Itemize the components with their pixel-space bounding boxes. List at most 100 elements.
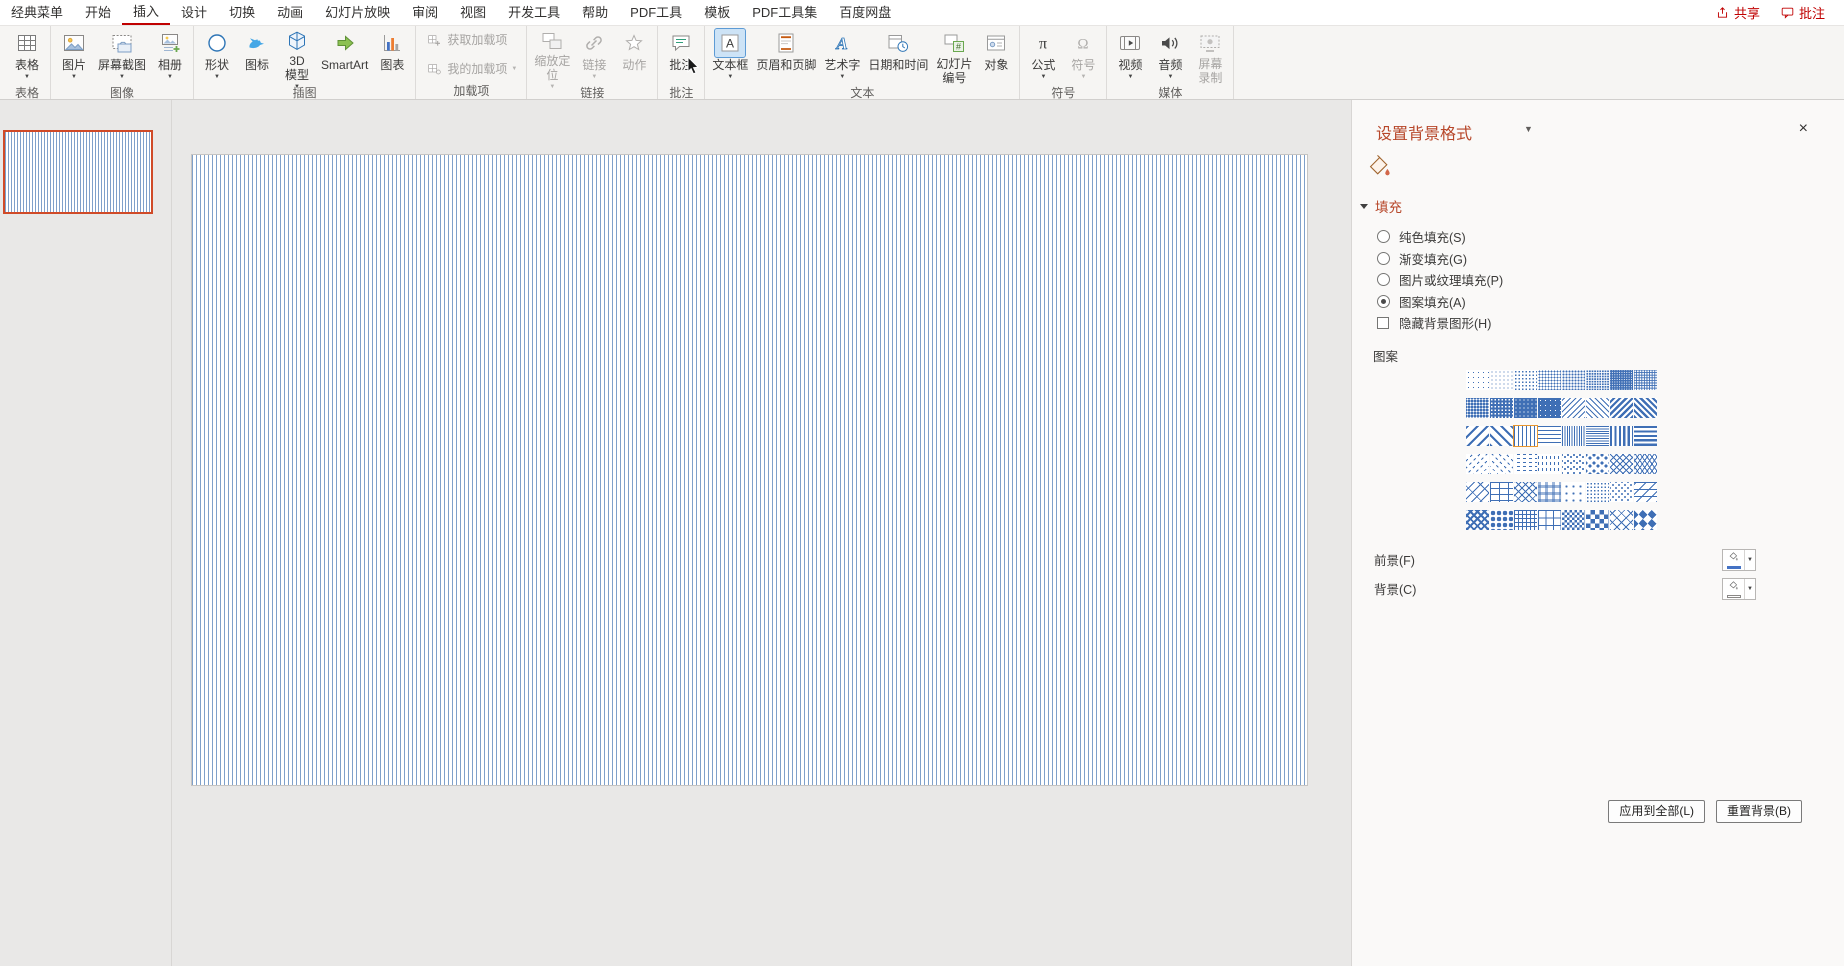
ribbon-button-object[interactable]: 对象 xyxy=(976,27,1016,85)
pattern-swatch-dark-vertical[interactable] xyxy=(1610,426,1633,446)
pattern-swatch-pct-5[interactable] xyxy=(1466,370,1489,390)
menu-tab-pdf-toolset[interactable]: PDF工具集 xyxy=(741,0,828,25)
pattern-swatch-small-grid[interactable] xyxy=(1514,510,1537,530)
pattern-swatch-light-upward-diagonal[interactable] xyxy=(1586,398,1609,418)
menu-tab-template[interactable]: 模板 xyxy=(693,0,741,25)
share-button[interactable]: 共享 xyxy=(1708,2,1767,24)
fill-section-header[interactable]: 填充 xyxy=(1360,196,1844,216)
fill-tab-button[interactable] xyxy=(1364,152,1394,182)
slide-thumbnail-panel[interactable] xyxy=(0,100,172,966)
pattern-swatch-dashed-vertical[interactable] xyxy=(1538,454,1561,474)
pattern-swatch-light-vertical[interactable] xyxy=(1514,426,1537,446)
ribbon-button-header-footer[interactable]: 页眉和页脚 xyxy=(752,27,820,85)
gradient-fill-radio[interactable]: 渐变填充(G) xyxy=(1377,248,1844,270)
pattern-swatch-dark-horizontal[interactable] xyxy=(1634,426,1657,446)
pattern-swatch-diagonal-brick[interactable] xyxy=(1466,482,1489,502)
ribbon-button-comment[interactable]: 批注 xyxy=(661,27,701,85)
menu-tab-design[interactable]: 设计 xyxy=(170,0,218,25)
menu-tab-transitions[interactable]: 切换 xyxy=(218,0,266,25)
pattern-swatch-pct-75[interactable] xyxy=(1490,398,1513,418)
menu-tab-pdf-tools[interactable]: PDF工具 xyxy=(619,0,693,25)
pattern-swatch-pct-90[interactable] xyxy=(1538,398,1561,418)
pattern-swatch-outlined-diamond[interactable] xyxy=(1610,510,1633,530)
ribbon-button-icons[interactable]: 图标 xyxy=(237,27,277,85)
pattern-swatch-divot[interactable] xyxy=(1562,482,1585,502)
ribbon-button-screenshot[interactable]: 屏幕截图▼ xyxy=(94,27,150,85)
menu-tab-developer[interactable]: 开发工具 xyxy=(497,0,571,25)
ribbon-button-3d-model[interactable]: 3D 模型▼ xyxy=(277,27,317,85)
picture-fill-radio[interactable]: 图片或纹理填充(P) xyxy=(1377,269,1844,291)
menu-tab-slide-show[interactable]: 幻灯片放映 xyxy=(314,0,401,25)
ribbon-button-date-time[interactable]: 日期和时间 xyxy=(864,27,932,85)
pattern-swatch-wide-downward-diagonal[interactable] xyxy=(1466,426,1489,446)
apply-all-button[interactable]: 应用到全部(L) xyxy=(1608,800,1705,823)
pattern-swatch-weave[interactable] xyxy=(1514,482,1537,502)
pattern-swatch-dark-upward-diagonal[interactable] xyxy=(1634,398,1657,418)
slide-canvas[interactable] xyxy=(192,155,1307,785)
solid-fill-radio[interactable]: 纯色填充(S) xyxy=(1377,226,1844,248)
pattern-swatch-pct-10[interactable] xyxy=(1490,370,1513,390)
pattern-swatch-narrow-horizontal[interactable] xyxy=(1586,426,1609,446)
pattern-swatch-horizontal-brick[interactable] xyxy=(1490,482,1513,502)
pattern-swatch-pct-60[interactable] xyxy=(1634,370,1657,390)
menu-tab-insert[interactable]: 插入 xyxy=(122,0,170,25)
pattern-swatch-small-checkerboard[interactable] xyxy=(1562,510,1585,530)
pattern-swatch-large-grid[interactable] xyxy=(1538,510,1561,530)
ribbon-button-smartart[interactable]: SmartArt xyxy=(317,27,372,85)
pattern-swatch-dashed-horizontal[interactable] xyxy=(1514,454,1537,474)
pattern-swatch-shingle[interactable] xyxy=(1634,482,1657,502)
ribbon-button-video[interactable]: 视频▼ xyxy=(1110,27,1150,85)
ribbon-button-audio[interactable]: 音频▼ xyxy=(1150,27,1190,85)
ribbon-button-table[interactable]: 表格▼ xyxy=(7,27,47,85)
pattern-swatch-pct-20[interactable] xyxy=(1514,370,1537,390)
pattern-swatch-wave[interactable] xyxy=(1634,454,1657,474)
pattern-swatch-large-confetti[interactable] xyxy=(1586,454,1609,474)
pattern-swatch-dark-downward-diagonal[interactable] xyxy=(1610,398,1633,418)
pattern-swatch-pct-80[interactable] xyxy=(1514,398,1537,418)
ribbon-button-equation[interactable]: π公式▼ xyxy=(1023,27,1063,85)
menu-tab-view[interactable]: 视图 xyxy=(449,0,497,25)
reset-background-button[interactable]: 重置背景(B) xyxy=(1716,800,1802,823)
pattern-swatch-pct-70[interactable] xyxy=(1466,398,1489,418)
pattern-swatch-dashed-downward-diagonal[interactable] xyxy=(1466,454,1489,474)
menu-tab-help[interactable]: 帮助 xyxy=(571,0,619,25)
pattern-swatch-pct-50[interactable] xyxy=(1610,370,1633,390)
background-color-dropdown[interactable]: ▼ xyxy=(1722,578,1756,600)
ribbon-button-text-box[interactable]: A文本框▼ xyxy=(708,27,752,85)
pattern-swatch-small-confetti[interactable] xyxy=(1562,454,1585,474)
ribbon-button-wordart[interactable]: A艺术字▼ xyxy=(820,27,864,85)
ribbon-button-shapes[interactable]: 形状▼ xyxy=(197,27,237,85)
pattern-swatch-dashed-upward-diagonal[interactable] xyxy=(1490,454,1513,474)
foreground-color-dropdown[interactable]: ▼ xyxy=(1722,549,1756,571)
slide-thumbnail[interactable] xyxy=(3,130,153,214)
pattern-swatch-zigzag[interactable] xyxy=(1610,454,1633,474)
pattern-swatch-wide-upward-diagonal[interactable] xyxy=(1490,426,1513,446)
menu-tab-classic-menu[interactable]: 经典菜单 xyxy=(0,0,74,25)
pattern-swatch-solid-diamond[interactable] xyxy=(1634,510,1657,530)
pattern-swatch-dotted-grid[interactable] xyxy=(1586,482,1609,502)
pattern-swatch-light-downward-diagonal[interactable] xyxy=(1562,398,1585,418)
ribbon-button-picture[interactable]: 图片▼ xyxy=(54,27,94,85)
ribbon-button-slide-number[interactable]: #幻灯片 编号 xyxy=(932,27,976,85)
pattern-swatch-plaid[interactable] xyxy=(1538,482,1561,502)
pattern-swatch-large-checkerboard[interactable] xyxy=(1586,510,1609,530)
ribbon-button-chart[interactable]: 图表 xyxy=(372,27,412,85)
pattern-swatch-light-horizontal[interactable] xyxy=(1538,426,1561,446)
pattern-swatch-pct-25[interactable] xyxy=(1538,370,1561,390)
pattern-swatch-narrow-vertical[interactable] xyxy=(1562,426,1585,446)
chevron-down-icon[interactable]: ▼ xyxy=(1524,124,1533,134)
comments-button[interactable]: 批注 xyxy=(1773,2,1832,24)
pattern-swatch-pct-40[interactable] xyxy=(1586,370,1609,390)
pattern-fill-radio[interactable]: 图案填充(A) xyxy=(1377,291,1844,313)
pattern-swatch-dotted-diamond[interactable] xyxy=(1610,482,1633,502)
pattern-swatch-sphere[interactable] xyxy=(1490,510,1513,530)
pattern-swatch-trellis[interactable] xyxy=(1466,510,1489,530)
pattern-swatch-pct-30[interactable] xyxy=(1562,370,1585,390)
ribbon-button-album[interactable]: 相册▼ xyxy=(150,27,190,85)
menu-tab-review[interactable]: 审阅 xyxy=(401,0,449,25)
close-icon[interactable]: × xyxy=(1799,120,1808,138)
menu-tab-home[interactable]: 开始 xyxy=(74,0,122,25)
menu-tab-animations[interactable]: 动画 xyxy=(266,0,314,25)
hide-background-checkbox[interactable]: 隐藏背景图形(H) xyxy=(1377,312,1844,334)
menu-tab-baidu-netdisk[interactable]: 百度网盘 xyxy=(828,0,902,25)
